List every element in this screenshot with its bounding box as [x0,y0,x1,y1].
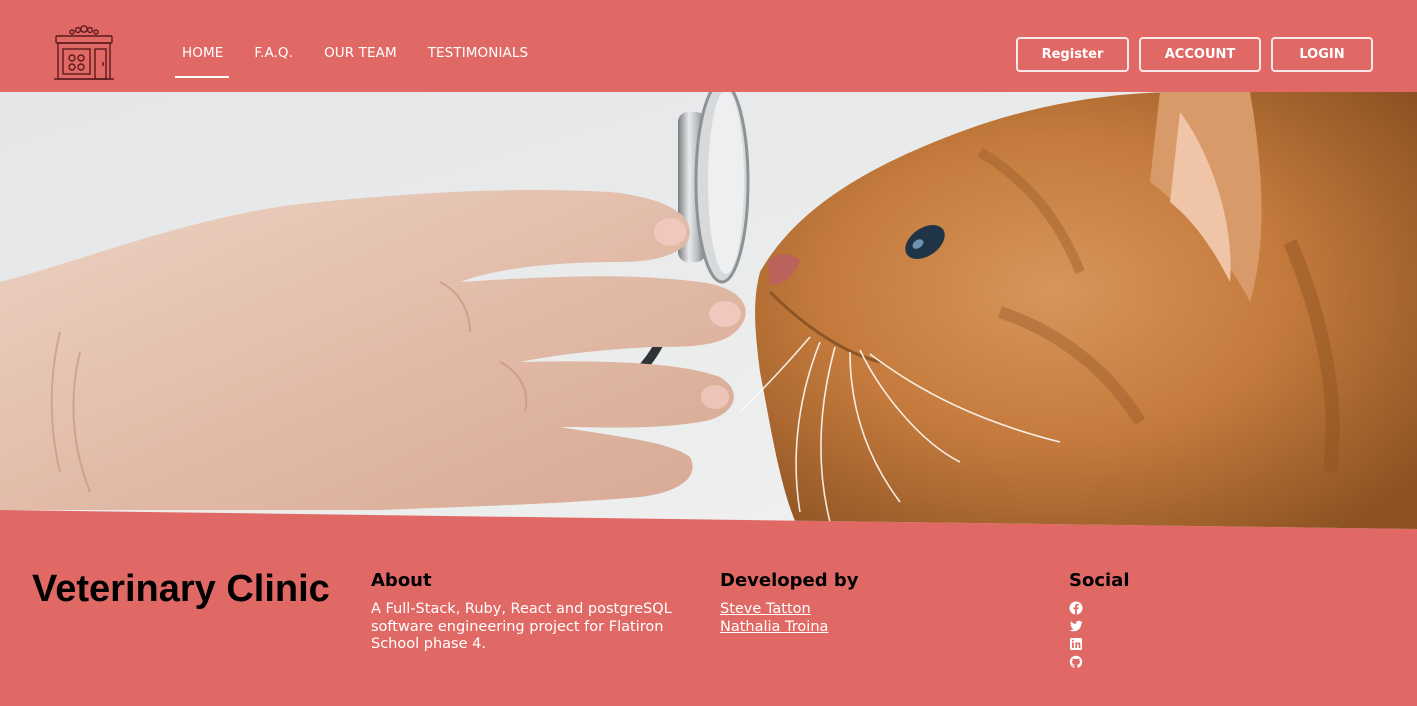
site-header: HOME F.A.Q. OUR TEAM TESTIMONIALS Regist… [0,0,1417,92]
twitter-icon[interactable] [1069,619,1083,633]
footer-brand: Veterinary Clinic [32,568,330,610]
nav-home[interactable]: HOME [175,0,230,78]
developer-link-nathalia[interactable]: Nathalia Troina [720,619,1040,637]
developer-link-steve[interactable]: Steve Tatton [720,601,1040,619]
github-icon[interactable] [1069,655,1083,669]
hero-image [0,92,1417,529]
main-nav: HOME F.A.Q. OUR TEAM TESTIMONIALS [175,0,559,92]
developed-by-heading: Developed by [720,570,859,591]
social-section: Social [1069,570,1389,673]
about-heading: About [371,570,432,591]
site-footer: Veterinary Clinic About A Full-Stack, Ru… [0,530,1417,706]
nav-faq[interactable]: F.A.Q. [254,0,293,78]
account-button[interactable]: ACCOUNT [1139,37,1261,72]
social-heading: Social [1069,570,1130,591]
auth-buttons: Register ACCOUNT LOGIN [1016,37,1373,72]
developed-by-section: Developed by Steve Tatton Nathalia Troin… [720,570,1040,636]
about-section: About A Full-Stack, Ruby, React and post… [371,570,691,654]
login-button[interactable]: LOGIN [1271,37,1373,72]
linkedin-icon[interactable] [1069,637,1083,651]
clinic-logo-icon[interactable] [52,22,116,82]
register-button[interactable]: Register [1016,37,1129,72]
about-text: A Full-Stack, Ruby, React and postgreSQL… [371,601,672,652]
nav-our-team[interactable]: OUR TEAM [324,0,397,78]
nav-testimonials[interactable]: TESTIMONIALS [428,0,528,78]
facebook-icon[interactable] [1069,601,1083,615]
